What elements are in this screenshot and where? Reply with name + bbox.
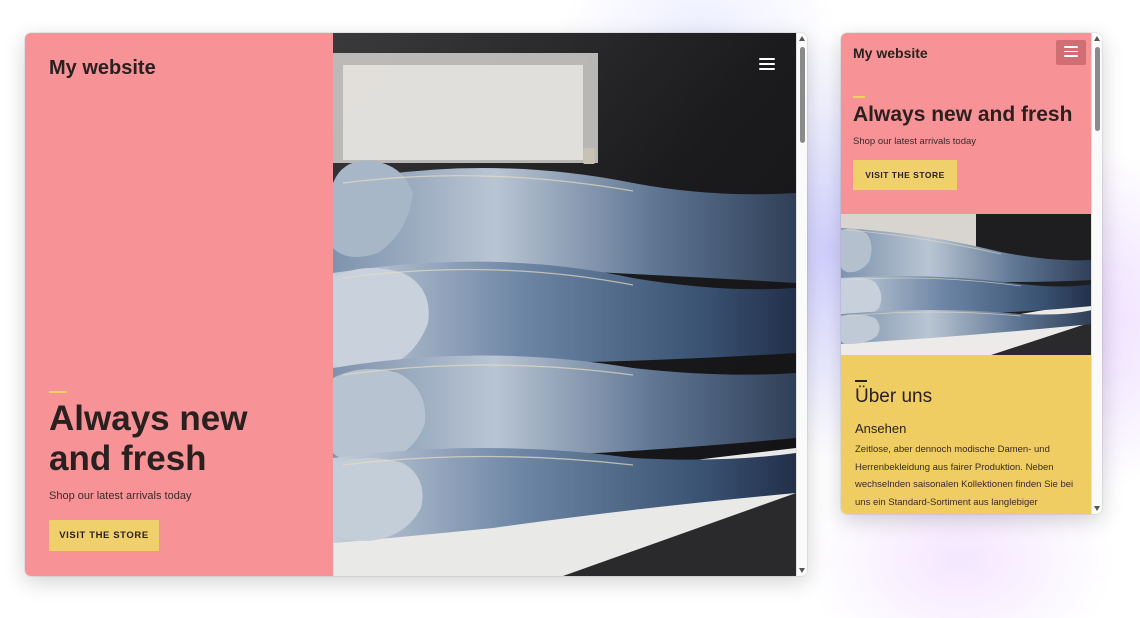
scroll-up-arrow-icon[interactable] <box>1094 36 1100 41</box>
jeans-photo <box>841 214 1092 355</box>
about-heading: Über uns <box>855 386 933 407</box>
mobile-scrollbar[interactable] <box>1091 33 1102 514</box>
visit-store-button[interactable]: VISIT THE STORE <box>49 520 159 551</box>
about-section: Über uns Ansehen Zeitlose, aber dennoch … <box>841 355 1092 514</box>
scrollbar-thumb[interactable] <box>800 47 805 143</box>
hero-headline: Always new and fresh <box>853 103 1073 126</box>
site-title[interactable]: My website <box>49 57 156 80</box>
hero-panel: My website Always new and fresh Shop our… <box>25 33 333 576</box>
hero-headline: Always new and fresh <box>49 399 248 478</box>
headline-accent-line <box>49 391 67 393</box>
desktop-preview-window: My website Always new and fresh Shop our… <box>25 33 807 576</box>
hero-image-jeans <box>841 214 1092 355</box>
jeans-photo <box>333 33 796 576</box>
headline-accent-line <box>853 96 865 98</box>
mobile-preview-window: My website Always new and fresh Shop our… <box>841 33 1102 514</box>
site-title[interactable]: My website <box>853 45 928 61</box>
hero-image-jeans <box>333 33 796 576</box>
hero-subtitle: Shop our latest arrivals today <box>49 490 192 502</box>
scroll-down-arrow-icon[interactable] <box>799 568 805 573</box>
mobile-hero-section: My website Always new and fresh Shop our… <box>841 33 1092 214</box>
about-body-text: Zeitlose, aber dennoch modische Damen- u… <box>855 444 1074 508</box>
visit-store-button[interactable]: VISIT THE STORE <box>853 160 957 190</box>
about-subheading: Ansehen <box>855 421 907 436</box>
about-accent-line <box>855 380 867 382</box>
hero-subtitle: Shop our latest arrivals today <box>853 136 977 147</box>
scroll-up-arrow-icon[interactable] <box>799 36 805 41</box>
scrollbar-thumb[interactable] <box>1095 47 1100 131</box>
menu-hamburger-button[interactable] <box>754 55 780 75</box>
menu-hamburger-button[interactable] <box>1056 40 1086 65</box>
scroll-down-arrow-icon[interactable] <box>1094 506 1100 511</box>
desktop-scrollbar[interactable] <box>796 33 807 576</box>
